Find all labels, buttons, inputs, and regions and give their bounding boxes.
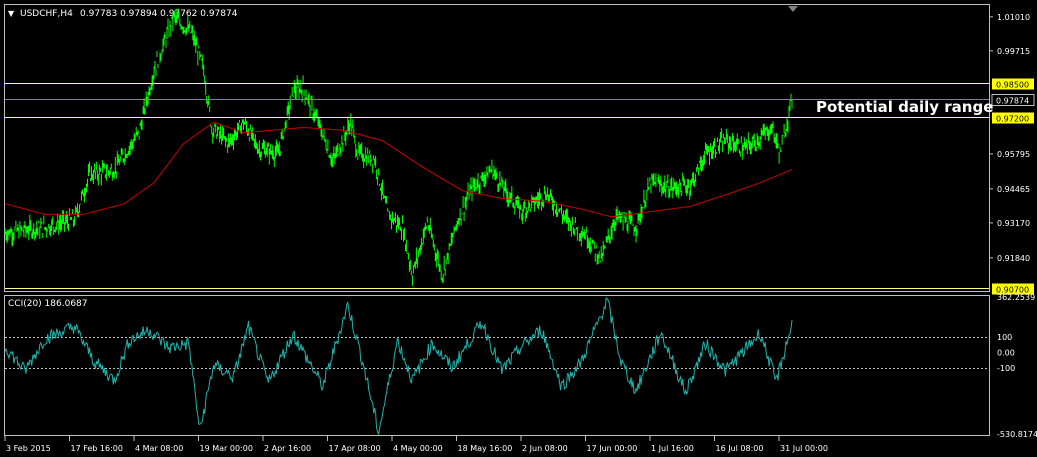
trading-chart[interactable]: ▼ USDCHF,H4 0.97783 0.97894 0.97762 0.97… — [0, 0, 1037, 457]
time-axis-label: 18 May 16:00 — [458, 444, 513, 453]
ohlc-values: 0.97783 0.97894 0.97762 0.97874 — [80, 9, 238, 19]
price-tag-label: 0.97874 — [996, 97, 1029, 106]
time-axis-label: 2 Apr 16:00 — [264, 444, 311, 453]
price-axis-label: 0.95795 — [997, 150, 1030, 159]
time-axis-label: 4 May 00:00 — [393, 444, 443, 453]
time-axis-label: 16 Jul 08:00 — [716, 444, 764, 453]
cci-axis-label: -100 — [997, 364, 1015, 373]
cci-axis-label: 100 — [997, 333, 1012, 342]
time-axis-label: 17 Jun 00:00 — [587, 444, 638, 453]
time-axis-label: 2 Jun 08:00 — [522, 444, 568, 453]
time-axis-label: 31 Jul 00:00 — [780, 444, 828, 453]
price-axis-label: 0.94465 — [997, 185, 1030, 194]
cci-axis-label: 362.2539 — [997, 293, 1035, 302]
time-axis-label: 1 Jul 16:00 — [651, 444, 694, 453]
time-axis-label: 3 Feb 2015 — [6, 444, 51, 453]
time-axis-label: 17 Feb 16:00 — [71, 444, 123, 453]
price-tag-label: 0.97200 — [996, 115, 1029, 124]
cci-axis-label: -530.8174 — [997, 430, 1037, 439]
time-axis-label: 4 Mar 08:00 — [135, 444, 183, 453]
price-axis-label: 0.91840 — [997, 254, 1030, 263]
cci-label: CCI(20) 186.0687 — [8, 299, 88, 309]
potential-range-annotation[interactable]: Potential daily range — [816, 98, 993, 116]
time-axis-label: 19 Mar 00:00 — [200, 444, 253, 453]
price-axis-label: 1.01010 — [997, 13, 1030, 22]
price-axis-label: 0.99715 — [997, 47, 1030, 56]
cci-axis-label: 0.00 — [997, 349, 1015, 358]
price-tag-label: 0.98500 — [996, 81, 1029, 90]
time-axis-label: 17 Apr 08:00 — [329, 444, 381, 453]
symbol-label: USDCHF,H4 — [20, 9, 73, 19]
price-axis-label: 0.93170 — [997, 219, 1030, 228]
dropdown-arrow-icon[interactable]: ▼ — [8, 9, 15, 18]
